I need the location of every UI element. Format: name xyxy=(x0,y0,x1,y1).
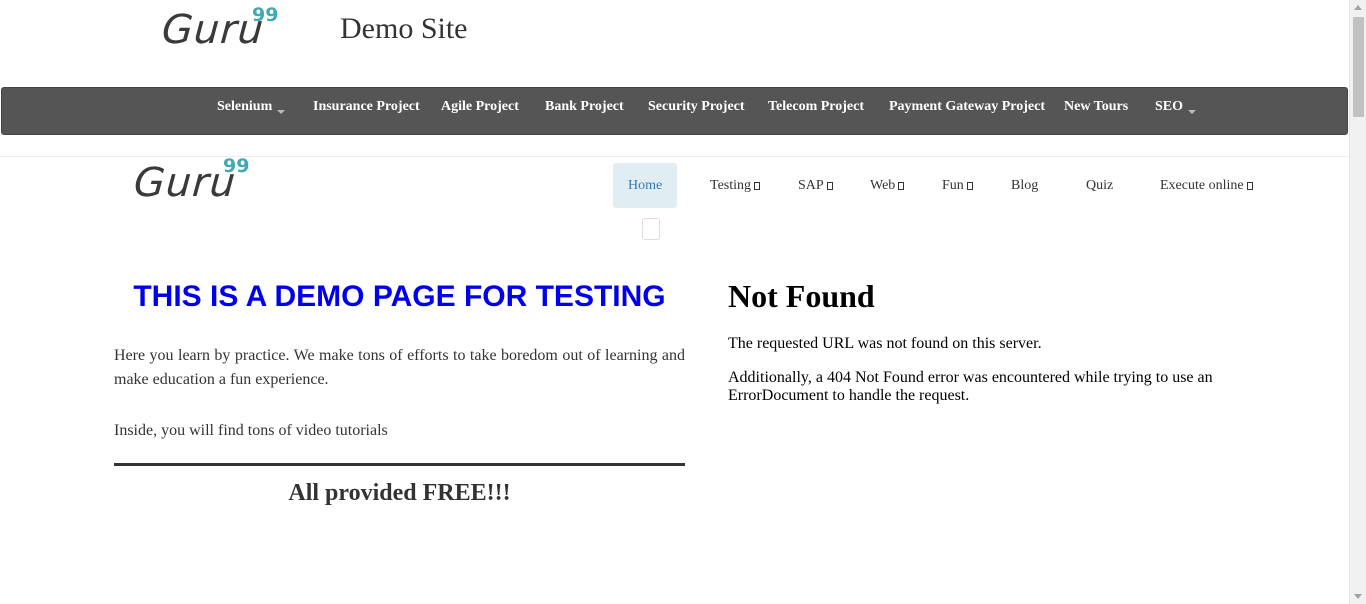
guru99-logo[interactable]: Guru 99 xyxy=(160,6,278,54)
not-found-title: Not Found xyxy=(728,278,875,314)
menu-quiz[interactable]: Quiz xyxy=(1071,163,1128,208)
logo-word: Guru xyxy=(132,160,238,206)
intro-paragraph: Here you learn by practice. We make tons… xyxy=(114,347,685,388)
scroll-thumb[interactable] xyxy=(1353,17,1364,117)
dropdown-glyph-icon xyxy=(754,182,761,190)
not-found-message: The requested URL was not found on this … xyxy=(728,335,1042,352)
not-found-detail: Additionally, a 404 Not Found error was … xyxy=(728,369,1213,404)
menu-sap[interactable]: SAP xyxy=(783,163,848,208)
menu-blog[interactable]: Blog xyxy=(996,163,1053,208)
scroll-down-arrow-icon[interactable] xyxy=(1354,594,1362,599)
logo-number: 99 xyxy=(252,4,279,26)
scroll-up-arrow-icon[interactable] xyxy=(1354,5,1362,10)
menu-label: Fun xyxy=(942,178,964,193)
nav-label: SEO xyxy=(1155,99,1184,114)
dropdown-glyph-icon xyxy=(966,182,973,190)
nav-security-project[interactable]: Security Project xyxy=(648,99,745,115)
menu-web[interactable]: Web xyxy=(855,163,919,208)
header-divider xyxy=(0,156,1349,157)
nav-label: Selenium xyxy=(217,99,273,114)
menu-fun[interactable]: Fun xyxy=(927,163,988,208)
caret-down-icon xyxy=(277,110,286,114)
nav-seo[interactable]: SEO xyxy=(1155,99,1197,115)
menu-execute-online[interactable]: Execute online xyxy=(1145,163,1268,208)
logo-word: Guru xyxy=(160,7,266,53)
caret-down-icon xyxy=(1188,110,1197,114)
menu-label: Execute online xyxy=(1160,178,1244,193)
main-navbar: Selenium Insurance Project Agile Project… xyxy=(1,87,1348,135)
dropdown-glyph-icon xyxy=(826,182,833,190)
guru99-logo-secondary[interactable]: Guru 99 xyxy=(132,157,249,207)
nav-insurance-project[interactable]: Insurance Project xyxy=(313,99,420,115)
free-heading: All provided FREE!!! xyxy=(288,480,511,506)
nav-agile-project[interactable]: Agile Project xyxy=(441,99,519,115)
menu-home[interactable]: Home xyxy=(613,163,678,208)
page: Guru 99 Demo Site Selenium Insurance Pro… xyxy=(0,0,1366,604)
demo-page-heading: THIS IS A DEMO PAGE FOR TESTING xyxy=(133,280,666,313)
menu-label: Web xyxy=(870,178,896,193)
nav-telecom-project[interactable]: Telecom Project xyxy=(768,99,864,115)
menu-testing[interactable]: Testing xyxy=(695,163,775,208)
site-title: Demo Site xyxy=(340,12,468,45)
dropdown-glyph-icon xyxy=(1246,182,1253,190)
menu-toggle-box[interactable] xyxy=(642,218,660,240)
menu-label: Testing xyxy=(710,178,752,193)
logo-number: 99 xyxy=(223,155,250,177)
nav-selenium[interactable]: Selenium xyxy=(217,99,286,115)
top-header: Guru 99 Demo Site xyxy=(0,0,1349,86)
nav-payment-gateway-project[interactable]: Payment Gateway Project xyxy=(889,99,1045,115)
menu-label: SAP xyxy=(798,178,824,193)
vertical-scrollbar[interactable] xyxy=(1349,0,1366,604)
tutorials-paragraph: Inside, you will find tons of video tuto… xyxy=(114,422,388,439)
nav-new-tours[interactable]: New Tours xyxy=(1064,99,1128,115)
dropdown-glyph-icon xyxy=(898,182,905,190)
nav-bank-project[interactable]: Bank Project xyxy=(545,99,624,115)
content-divider xyxy=(114,463,685,466)
